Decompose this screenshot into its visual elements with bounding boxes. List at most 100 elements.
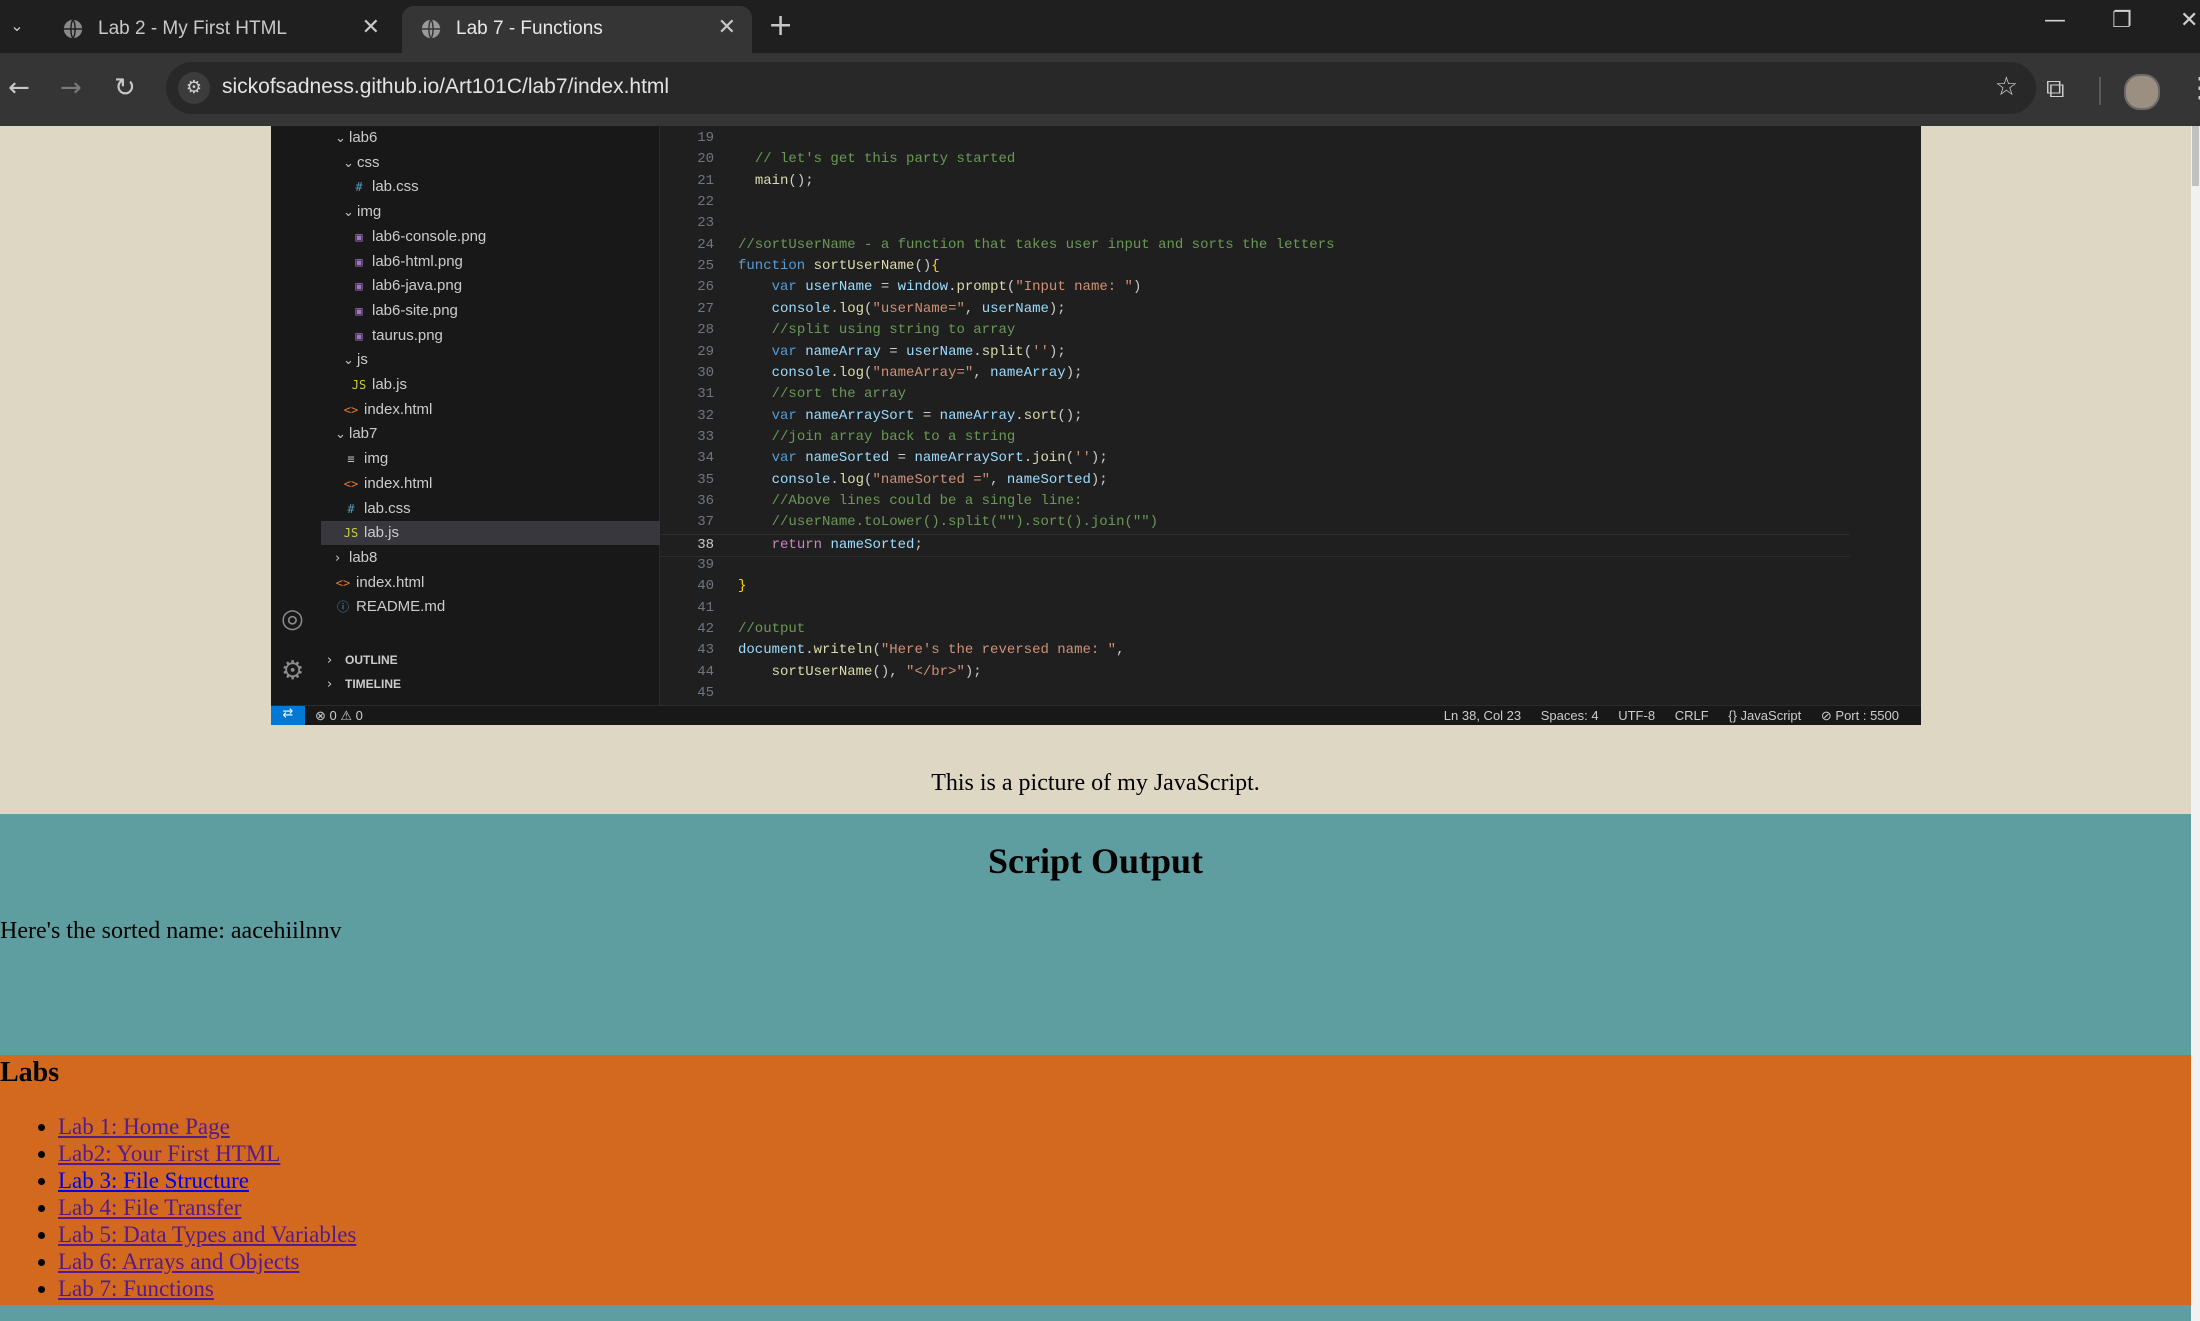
profile-avatar[interactable] (2124, 74, 2160, 110)
explorer-item: <> index.html (321, 472, 679, 496)
lab-link[interactable]: Lab 6: Arrays and Objects (58, 1249, 299, 1274)
tab-lab2[interactable]: Lab 2 - My First HTML ✕ (44, 6, 396, 53)
code-line: 20 // let's get this party started (660, 149, 1921, 170)
back-arrow-icon[interactable]: ← (8, 73, 30, 103)
line-number: 23 (697, 215, 714, 232)
explorer-item-label: lab6-console.png (372, 227, 487, 245)
explorer-item: ≡ img (321, 447, 679, 471)
lab-list-item: Lab 3: File Structure (58, 1167, 356, 1194)
line-number: 40 (697, 578, 714, 595)
image-file-icon: ▣ (355, 303, 363, 318)
explorer-item: <> index.html (321, 571, 671, 595)
code-line: 26 var userName = window.prompt("Input n… (660, 277, 1921, 298)
lab-list-item: Lab 5: Data Types and Variables (58, 1221, 356, 1248)
explorer-item: ⌄ lab6 (321, 126, 673, 150)
close-tab-icon[interactable]: ✕ (362, 15, 380, 40)
css-file-icon: # (347, 501, 355, 516)
code-line: 31 //sort the array (660, 384, 1921, 405)
line-number: 35 (697, 471, 714, 488)
lab-link[interactable]: Lab 1: Home Page (58, 1114, 230, 1139)
forward-arrow-icon[interactable]: → (60, 73, 82, 103)
explorer-item-label: css (357, 153, 380, 171)
restore-icon[interactable]: ❐ (2112, 8, 2132, 33)
tab-lab7[interactable]: Lab 7 - Functions ✕ (402, 6, 752, 53)
line-number: 25 (697, 258, 714, 275)
line-ending: CRLF (1674, 708, 1709, 723)
javascript-picture-section: ◎ ⚙ › OUTLINE › TIMELINE ⌄ lab6 ⌄ css # lab.css… (0, 126, 2191, 814)
explorer-item-label: img (364, 450, 389, 468)
code-text: //sortUserName - a function that takes u… (738, 236, 1335, 253)
browser-menu-icon[interactable]: ⋮ (2186, 71, 2200, 104)
lab-list-item: Lab 7: Functions (58, 1275, 356, 1302)
script-output-text: Here's the sorted name: aacehiilnnv (0, 918, 342, 944)
lab-link[interactable]: Lab2: Your First HTML (58, 1141, 280, 1166)
markdown-file-icon: ⓘ (336, 600, 349, 615)
settings-gear-icon: ⚙ (281, 656, 305, 686)
new-tab-plus-icon[interactable]: + (768, 8, 793, 43)
explorer-item-label: lab6-java.png (372, 277, 463, 295)
image-file-icon: ▣ (355, 279, 363, 294)
explorer-item: ▣ lab6-html.png (321, 250, 687, 274)
lab-list-item: Lab 1: Home Page (58, 1113, 356, 1140)
code-line: 34 var nameSorted = nameArraySort.join('… (660, 448, 1921, 469)
explorer-item-label: taurus.png (372, 326, 443, 344)
explorer-item-label: lab.js (372, 376, 408, 393)
explorer-item: ▣ taurus.png (321, 324, 687, 348)
reload-icon[interactable]: ↻ (114, 73, 136, 103)
line-number: 45 (697, 685, 714, 702)
explorer-item-label: lab.css (372, 178, 419, 196)
tab-search-chevron-icon[interactable]: ⌄ (0, 12, 34, 40)
js-file-icon: JS (343, 526, 359, 541)
close-tab-icon[interactable]: ✕ (718, 15, 736, 40)
lab-link[interactable]: Lab 5: Data Types and Variables (58, 1222, 356, 1247)
line-number: 43 (697, 642, 714, 659)
explorer-item: ▣ lab6-site.png (321, 299, 687, 323)
code-line: 41 (660, 598, 1921, 619)
remote-indicator-icon: ⇄ (271, 706, 305, 725)
code-text: //join array back to a string (771, 428, 1016, 445)
folder-icon: ≡ (347, 452, 355, 467)
explorer-item: ▣ lab6-java.png (321, 274, 687, 298)
extensions-icon[interactable]: ⧉ (2046, 74, 2065, 105)
url-text[interactable]: sickofsadness.github.io/Art101C/lab7/ind… (222, 75, 669, 99)
line-number: 30 (697, 364, 714, 381)
bookmark-star-icon[interactable]: ☆ (1995, 72, 2018, 102)
accounts-icon: ◎ (281, 604, 304, 634)
close-window-icon[interactable]: ✕ (2180, 8, 2198, 33)
line-number: 37 (697, 514, 714, 531)
code-text: console.log("userName=", userName); (771, 300, 1066, 317)
line-number: 33 (697, 428, 714, 445)
address-bar[interactable]: ⚙ sickofsadness.github.io/Art101C/lab7/i… (166, 62, 2036, 114)
code-line: 22 (660, 192, 1921, 213)
explorer-item: JS lab.js (321, 373, 687, 397)
minimize-icon[interactable]: — (2044, 8, 2066, 33)
chevron-down-icon: ⌄ (335, 131, 346, 146)
explorer-item-label: js (357, 351, 368, 369)
lab-link[interactable]: Lab 3: File Structure (58, 1168, 249, 1193)
tab-title: Lab 7 - Functions (456, 18, 603, 39)
explorer-item-label: lab6 (349, 129, 378, 146)
explorer-item-label: img (357, 203, 382, 221)
code-text: document.writeln("Here's the reversed na… (738, 642, 1125, 659)
toolbar-divider (2099, 77, 2101, 105)
line-number: 28 (697, 322, 714, 339)
lab-link[interactable]: Lab 7: Functions (58, 1276, 214, 1301)
css-file-icon: # (355, 180, 363, 195)
code-line: 39 (660, 555, 1921, 576)
lab-link[interactable]: Lab 4: File Transfer (58, 1195, 241, 1220)
line-number: 41 (697, 599, 714, 616)
lab-list-item: Lab2: Your First HTML (58, 1140, 356, 1167)
code-line: 19 (660, 128, 1921, 149)
line-number: 39 (697, 557, 714, 573)
globe-icon (421, 19, 441, 39)
site-info-icon[interactable]: ⚙ (178, 72, 210, 104)
chevron-down-icon: ⌄ (335, 427, 346, 443)
explorer-item-label: index.html (364, 400, 433, 418)
page-scrollbar[interactable] (2191, 126, 2200, 1321)
scrollbar-thumb[interactable] (2192, 126, 2199, 186)
chevron-down-icon: ⌄ (343, 155, 354, 171)
explorer-item: ▣ lab6-console.png (321, 225, 687, 249)
explorer-item: # lab.css (321, 175, 687, 199)
browser-toolbar: ← → ↻ ⚙ sickofsadness.github.io/Art101C/… (0, 53, 2200, 126)
code-text: //Above lines could be a single line: (771, 492, 1083, 509)
